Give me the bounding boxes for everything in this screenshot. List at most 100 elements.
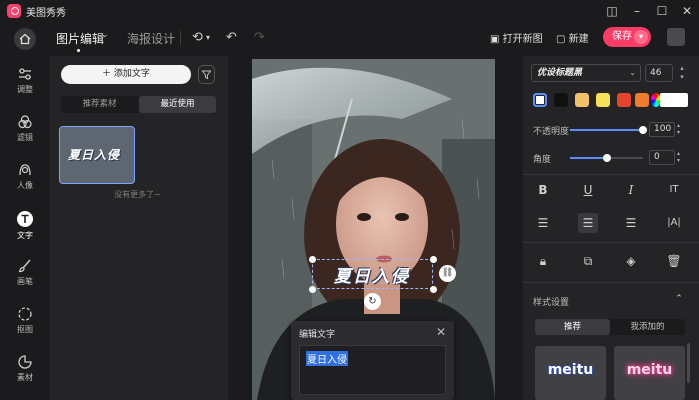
tab-style-added[interactable]: 我添加的	[610, 319, 685, 335]
save-chevron-icon[interactable]: ▾	[634, 30, 648, 44]
underline-icon[interactable]: U	[578, 180, 598, 200]
opacity-slider-fill	[570, 129, 643, 131]
rail-item-text[interactable]: 文字	[0, 204, 50, 250]
rail-item-cutout[interactable]: 抠图	[0, 300, 50, 346]
swatch-black[interactable]	[554, 93, 568, 107]
link-icon[interactable]: ⛓	[439, 265, 456, 282]
edit-text-input[interactable]: 夏日入侵	[299, 345, 446, 395]
duplicate-icon[interactable]: ⧉	[578, 251, 598, 271]
home-button[interactable]	[14, 28, 36, 50]
font-size-stepper[interactable]: ▴ ▾	[675, 64, 689, 82]
canvas-overlay-text[interactable]: 夏日入侵	[334, 262, 410, 287]
portrait-icon	[19, 164, 31, 176]
opacity-stepper[interactable]: ▴ ▾	[677, 122, 680, 136]
font-family-value: 优设标题黑	[537, 68, 583, 78]
rail-item-sticker[interactable]: 素材	[0, 348, 50, 394]
trash-icon[interactable]: 🗑︎	[664, 251, 684, 271]
rail-item-portrait[interactable]: 人像	[0, 156, 50, 202]
bold-icon[interactable]: B	[533, 180, 553, 200]
rail-label-portrait: 人像	[17, 181, 33, 190]
style-card-1[interactable]: meitu	[535, 346, 606, 400]
tab-style-recommended[interactable]: 推荐	[535, 319, 610, 335]
angle-input[interactable]: 0	[649, 150, 675, 165]
new-button[interactable]: ▢ 新建	[556, 30, 589, 45]
save-label: 保存	[612, 31, 632, 42]
opacity-slider-knob[interactable]	[639, 126, 647, 134]
angle-slider-fill	[570, 157, 607, 159]
resize-handle-bottom-left[interactable]	[309, 286, 316, 293]
home-icon	[19, 33, 31, 45]
tab-poster-design[interactable]: 海报设计	[127, 30, 175, 47]
chevron-down-icon[interactable]: ⌄	[101, 30, 109, 40]
custom-color-field[interactable]	[660, 93, 688, 107]
angle-slider-knob[interactable]	[603, 154, 611, 162]
align-center-icon[interactable]: ☰	[578, 213, 598, 233]
lock-icon[interactable]: 🔒︎	[533, 251, 553, 271]
active-tab-indicator	[77, 49, 80, 52]
chevron-up-icon[interactable]: ⌃	[669, 289, 689, 309]
resize-handle-top-right[interactable]	[430, 256, 437, 263]
filter-button[interactable]	[198, 65, 215, 84]
avatar[interactable]	[667, 28, 685, 46]
style-sample-2: meitu	[626, 362, 673, 378]
rail-label-sticker: 素材	[17, 373, 33, 382]
tab-recommended-materials[interactable]: 推荐素材	[61, 96, 138, 113]
rail-item-brush[interactable]: 画笔	[0, 252, 50, 298]
align-left-icon[interactable]: ☰	[533, 213, 553, 233]
vertical-text-icon[interactable]: IT	[664, 180, 684, 200]
font-family-select[interactable]: 优设标题黑 ⌄	[531, 64, 641, 82]
angle-stepper[interactable]: ▴ ▾	[677, 150, 680, 164]
resize-handle-top-left[interactable]	[309, 256, 316, 263]
open-new-label: 打开新图	[502, 34, 543, 45]
tab-recently-used[interactable]: 最近使用	[139, 96, 216, 113]
redo-icon[interactable]: ↷	[254, 30, 265, 45]
layers-icon[interactable]: ◈	[621, 251, 641, 271]
opacity-slider[interactable]	[570, 126, 647, 134]
rail-label-brush: 画笔	[17, 277, 33, 286]
cutout-icon	[18, 307, 32, 321]
angle-slider[interactable]	[570, 154, 643, 162]
opacity-input[interactable]: 100	[649, 122, 675, 137]
align-right-icon[interactable]: ☰	[621, 213, 641, 233]
divider	[523, 282, 699, 283]
rail-label-adjust: 调整	[17, 85, 33, 94]
undo-icon[interactable]: ↶	[226, 30, 237, 45]
tab-image-edit[interactable]: 图片编辑	[56, 30, 104, 47]
thumbnail-text: 夏日入侵	[68, 148, 121, 162]
chevron-down-icon: ⌄	[629, 68, 636, 77]
maximize-icon[interactable]: ☐	[651, 2, 673, 20]
swatch-orange[interactable]	[635, 93, 649, 107]
rail-item-adjust[interactable]: 调整	[0, 60, 50, 106]
swatch-white[interactable]	[533, 93, 547, 107]
close-icon[interactable]: ✕	[676, 2, 698, 20]
swatch-tan[interactable]	[575, 93, 589, 107]
style-card-2[interactable]: meitu	[614, 346, 685, 400]
no-more-hint: 没有更多了~	[114, 190, 161, 199]
pin-icon[interactable]: ◫	[601, 2, 623, 20]
filter-circles-icon	[18, 115, 32, 129]
resize-handle-bottom-right[interactable]	[430, 286, 437, 293]
swatch-yellow[interactable]	[596, 93, 610, 107]
text-template-thumbnail[interactable]: 夏日入侵	[59, 126, 135, 184]
image-add-icon: ▣	[490, 34, 503, 45]
rotate-icon[interactable]: ↻	[364, 293, 381, 310]
rail-label-text: 文字	[17, 231, 33, 240]
swatch-red[interactable]	[617, 93, 631, 107]
dialog-title: 编辑文字	[299, 330, 336, 340]
history-icon[interactable]: ⟲	[192, 30, 203, 45]
top-toolbar: 图片编辑 ⌄ 海报设计 ⟲ ▾ ↶ ↷ ▣ 打开新图 ▢ 新建 保存 ▾	[0, 22, 699, 54]
sliders-icon	[19, 68, 31, 80]
italic-icon[interactable]: I	[621, 180, 641, 200]
save-button[interactable]: 保存 ▾	[603, 27, 651, 47]
letter-spacing-icon[interactable]: |A|	[664, 213, 684, 233]
font-size-input[interactable]: 46	[645, 64, 673, 82]
panel-scrollbar[interactable]	[687, 343, 690, 383]
rail-item-filter[interactable]: 滤镜	[0, 108, 50, 154]
minimize-icon[interactable]: –	[626, 2, 648, 20]
add-text-button[interactable]: ＋ 添加文字	[61, 65, 191, 84]
dialog-close-icon[interactable]: ✕	[436, 325, 446, 339]
history-chevron-icon[interactable]: ▾	[206, 33, 210, 42]
brush-icon	[18, 259, 31, 273]
open-new-image-button[interactable]: ▣ 打开新图	[490, 30, 543, 45]
sticker-icon	[18, 355, 32, 369]
